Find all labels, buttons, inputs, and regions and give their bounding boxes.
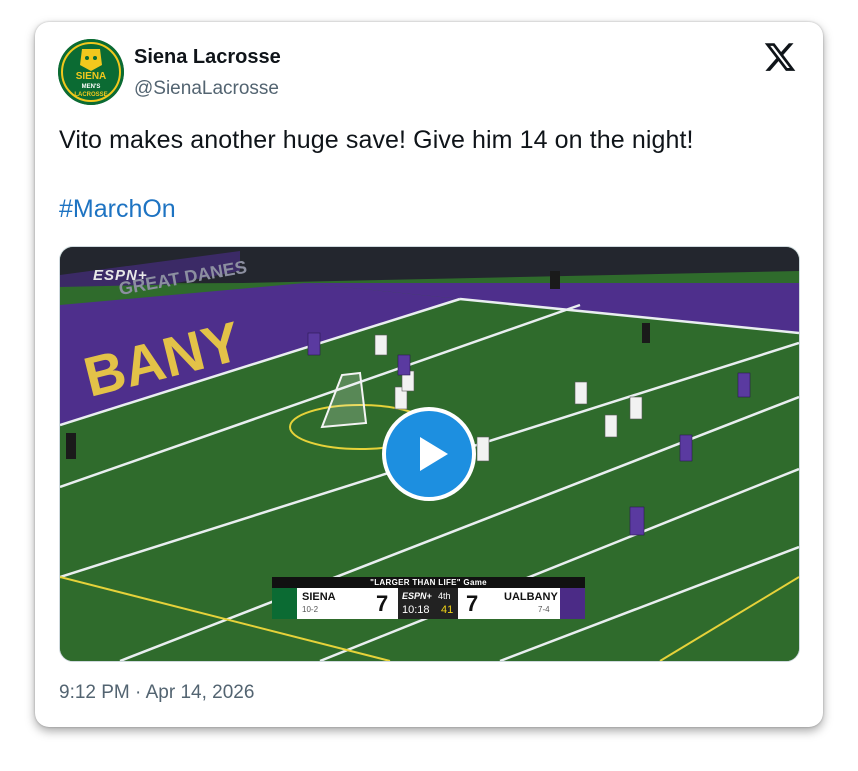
avatar-text-mid: MEN'S [82, 84, 101, 90]
scorebug-network: ESPN+ [402, 591, 432, 601]
home-score: 7 [376, 591, 389, 616]
x-logo-icon[interactable] [763, 40, 797, 74]
hashtag-link[interactable]: #MarchOn [59, 195, 176, 224]
game-clock: 10:18 [402, 604, 430, 616]
scorebug: "LARGER THAN LIFE" Game SIENA 10-2 7 ESP… [272, 577, 585, 619]
avatar-text-bottom: LACROSSE [74, 92, 107, 98]
tweet-text: Vito makes another huge save! Give him 1… [59, 126, 694, 154]
scorebug-row: SIENA 10-2 7 ESPN+ 4th 10:18 41 7 UALBAN… [272, 588, 585, 619]
avatar[interactable]: SIENA MEN'S LACROSSE [58, 39, 124, 105]
game-clock-panel: ESPN+ 4th 10:18 41 [398, 588, 458, 619]
avatar-text-top: SIENA [76, 71, 107, 82]
siena-logo-icon [272, 588, 297, 619]
shot-clock: 41 [441, 604, 454, 616]
author-handle[interactable]: @SienaLacrosse [134, 78, 279, 100]
network-bug: ESPN+ [93, 267, 148, 284]
away-team: UALBANY [504, 591, 558, 603]
ualbany-logo-icon [560, 588, 585, 619]
author-name[interactable]: Siena Lacrosse [134, 46, 281, 69]
period: 4th [438, 591, 451, 601]
tweet-card[interactable]: SIENA MEN'S LACROSSE Siena Lacrosse @Sie… [35, 22, 823, 727]
play-button[interactable] [382, 407, 476, 501]
video-player[interactable]: BANY GREAT DANES ESPN+ "LARGER THAN LIFE… [59, 246, 800, 662]
home-record: 10-2 [302, 605, 319, 614]
home-team: SIENA [302, 591, 336, 603]
away-score: 7 [466, 591, 479, 616]
play-icon[interactable] [386, 411, 472, 497]
scorebug-headline: "LARGER THAN LIFE" Game [272, 577, 585, 588]
away-record: 7-4 [538, 605, 550, 614]
tweet-timestamp[interactable]: 9:12 PM · Apr 14, 2026 [59, 682, 254, 704]
